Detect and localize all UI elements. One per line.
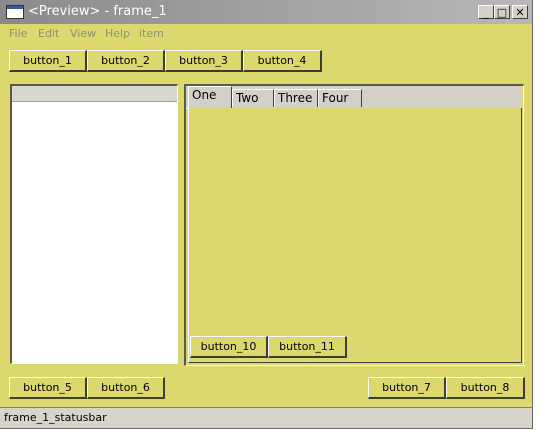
status-bar: frame_1_statusbar	[0, 407, 532, 428]
menu-view[interactable]: View	[70, 27, 96, 40]
maximize-button[interactable]: □	[494, 5, 510, 19]
tab-four[interactable]: Four	[318, 89, 362, 107]
button-11[interactable]: button_11	[268, 336, 347, 358]
button-4[interactable]: button_4	[243, 50, 322, 72]
list-header	[12, 86, 177, 102]
tab-panel: One Two Three Four button_10 button_11	[184, 84, 524, 366]
button-2[interactable]: button_2	[87, 50, 165, 72]
left-list-panel[interactable]	[10, 84, 178, 364]
title-bar[interactable]: <Preview> - frame_1 _ □ ✕	[0, 0, 532, 24]
button-6[interactable]: button_6	[87, 377, 165, 399]
button-1[interactable]: button_1	[9, 50, 87, 72]
tab-strip: One Two Three Four	[186, 86, 522, 109]
tab-two[interactable]: Two	[232, 89, 274, 107]
menu-file[interactable]: File	[9, 27, 27, 40]
menu-bar: File Edit View Help item	[0, 24, 532, 43]
app-window: <Preview> - frame_1 _ □ ✕ File Edit View…	[0, 0, 533, 429]
tab-content: button_10 button_11	[188, 108, 522, 363]
button-10[interactable]: button_10	[190, 336, 268, 358]
tab-three[interactable]: Three	[274, 89, 318, 107]
menu-item[interactable]: item	[139, 27, 164, 40]
minimize-button[interactable]: _	[478, 5, 494, 19]
button-5[interactable]: button_5	[9, 377, 87, 399]
window-title: <Preview> - frame_1	[28, 4, 167, 19]
button-8[interactable]: button_8	[446, 377, 525, 399]
tab-one[interactable]: One	[188, 86, 232, 108]
window-icon[interactable]	[6, 5, 24, 19]
menu-edit[interactable]: Edit	[38, 27, 59, 40]
button-7[interactable]: button_7	[368, 377, 446, 399]
button-3[interactable]: button_3	[165, 50, 243, 72]
menu-help[interactable]: Help	[105, 27, 130, 40]
status-text: frame_1_statusbar	[4, 411, 107, 424]
close-button[interactable]: ✕	[512, 5, 528, 19]
